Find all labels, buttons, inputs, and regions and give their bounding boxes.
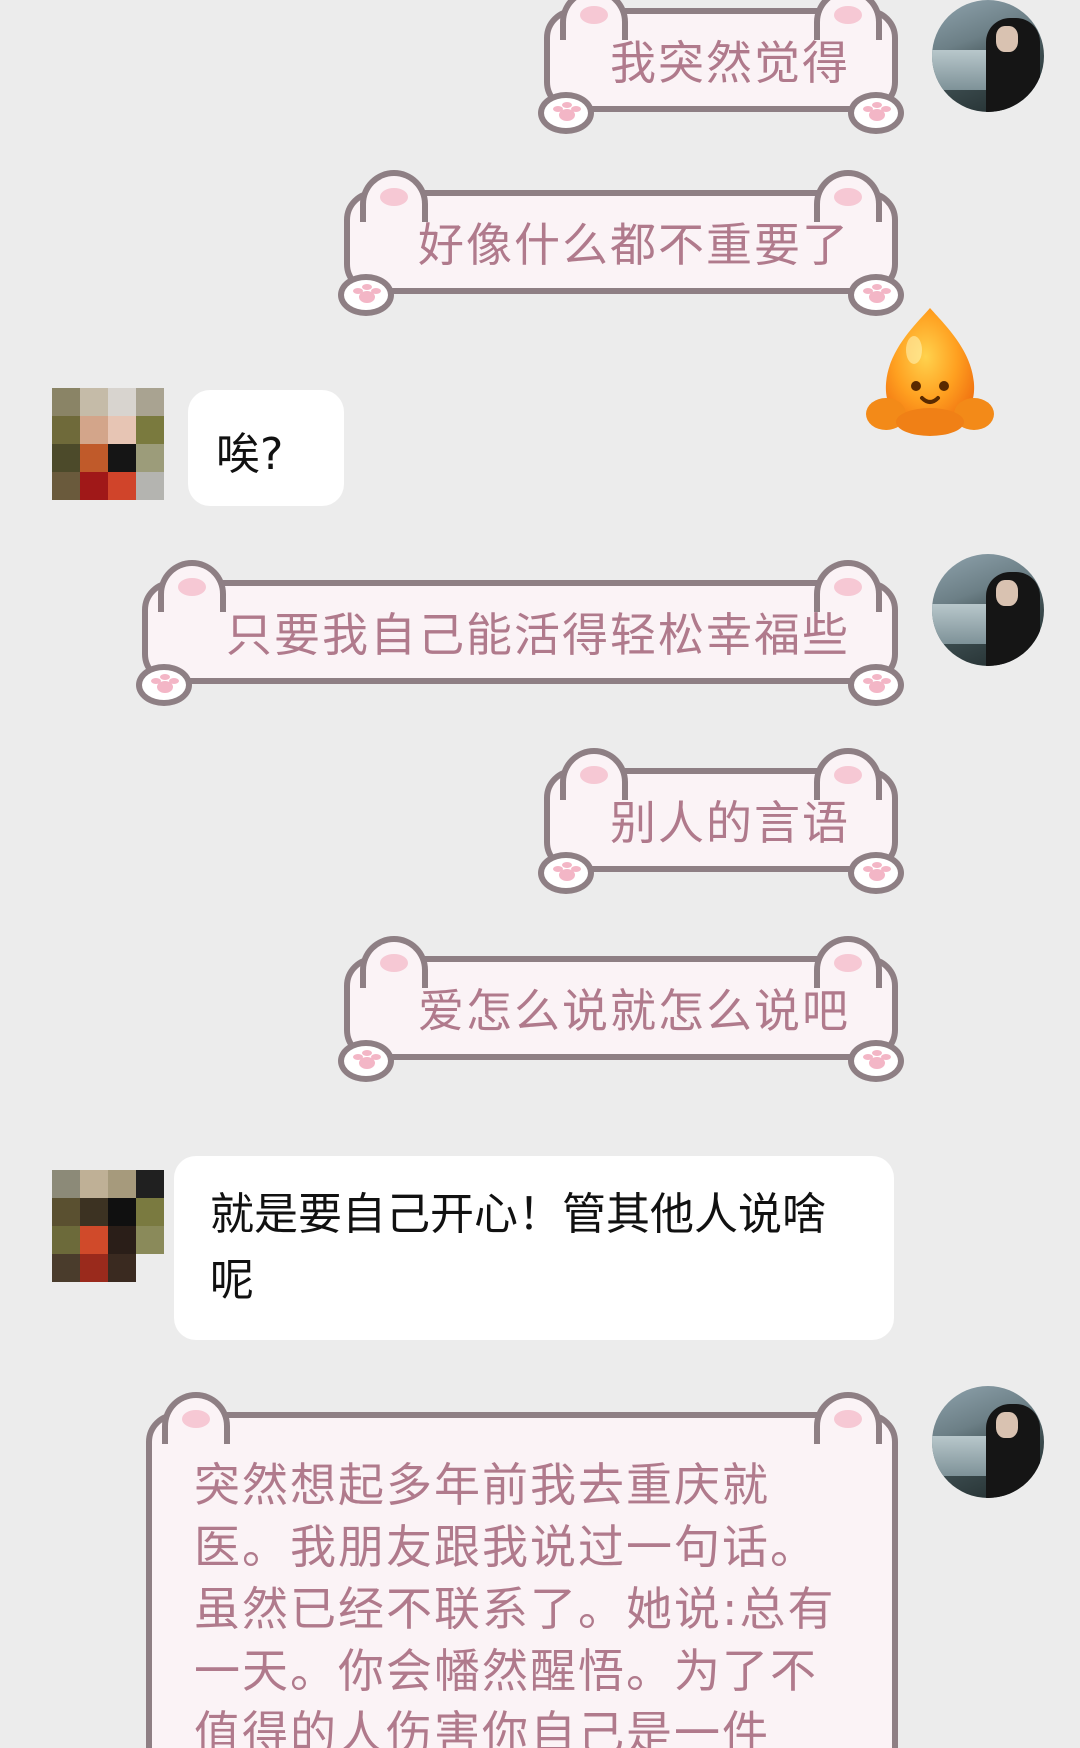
message-row-other: 就是要自己开心！管其他人说啥呢 bbox=[0, 1150, 1080, 1350]
message-text: 就是要自己开心！管其他人说啥呢 bbox=[210, 1189, 826, 1306]
cat-ear-decoration bbox=[162, 1392, 230, 1444]
cat-paw-decoration bbox=[338, 274, 394, 316]
cat-paw-decoration bbox=[848, 852, 904, 894]
cat-paw-decoration bbox=[848, 1040, 904, 1082]
cat-paw-decoration bbox=[538, 92, 594, 134]
message-row-self: 只要我自己能活得轻松幸福些 bbox=[0, 552, 1080, 712]
cat-paw-decoration bbox=[338, 1040, 394, 1082]
text-message-bubble[interactable]: 就是要自己开心！管其他人说啥呢 bbox=[174, 1156, 894, 1340]
text-message-bubble[interactable]: 唉? bbox=[188, 390, 344, 506]
self-avatar[interactable] bbox=[932, 554, 1044, 666]
message-row-other: 唉? bbox=[0, 380, 1080, 520]
message-row-self: 突然想起多年前我去重庆就医。我朋友跟我说过一句话。虽然已经不联系了。她说:总有一… bbox=[0, 1380, 1080, 1748]
message-text: 爱怎么说就怎么说吧 bbox=[418, 984, 850, 1038]
message-text: 别人的言语 bbox=[610, 796, 850, 850]
cat-message-bubble[interactable]: 突然想起多年前我去重庆就医。我朋友跟我说过一句话。虽然已经不联系了。她说:总有一… bbox=[146, 1392, 898, 1748]
message-row-self: 好像什么都不重要了 bbox=[0, 160, 1080, 320]
message-row-self: 我突然觉得 bbox=[0, 0, 1080, 140]
cat-message-bubble[interactable]: 好像什么都不重要了 bbox=[338, 170, 904, 316]
message-text: 只要我自己能活得轻松幸福些 bbox=[226, 608, 850, 662]
self-avatar[interactable] bbox=[932, 0, 1044, 112]
cat-paw-decoration bbox=[538, 852, 594, 894]
contact-avatar[interactable] bbox=[52, 388, 164, 500]
cat-message-bubble[interactable]: 只要我自己能活得轻松幸福些 bbox=[136, 560, 904, 706]
contact-avatar[interactable] bbox=[52, 1170, 164, 1282]
cat-message-bubble[interactable]: 我突然觉得 bbox=[538, 0, 904, 134]
cat-message-bubble[interactable]: 别人的言语 bbox=[538, 748, 904, 894]
message-text: 唉? bbox=[216, 429, 284, 480]
message-row-self: 别人的言语 bbox=[0, 740, 1080, 900]
message-row-self: 爱怎么说就怎么说吧 bbox=[0, 928, 1080, 1088]
cat-message-bubble[interactable]: 爱怎么说就怎么说吧 bbox=[338, 936, 904, 1082]
cat-paw-decoration bbox=[848, 92, 904, 134]
message-text: 我突然觉得 bbox=[610, 36, 850, 90]
chat-conversation: 我突然觉得 好像什么都不重要了 唉? 只要我自己能活得轻松幸福些 别人的言语 爱… bbox=[0, 0, 1080, 1748]
self-avatar[interactable] bbox=[932, 1386, 1044, 1498]
message-text: 突然想起多年前我去重庆就医。我朋友跟我说过一句话。虽然已经不联系了。她说:总有一… bbox=[194, 1458, 836, 1748]
message-text: 好像什么都不重要了 bbox=[418, 218, 850, 272]
cat-ear-decoration bbox=[814, 1392, 882, 1444]
cat-paw-decoration bbox=[136, 664, 192, 706]
cat-paw-decoration bbox=[848, 664, 904, 706]
